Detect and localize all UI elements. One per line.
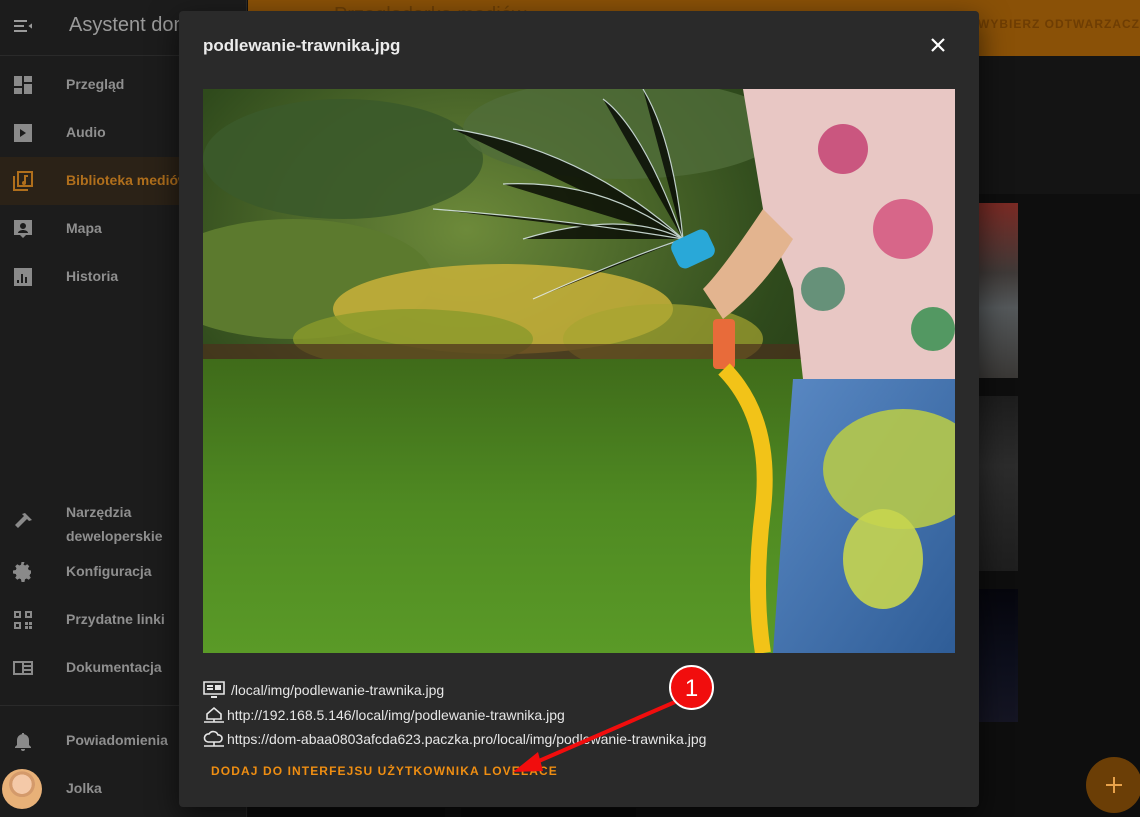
annotation-number: 1 (684, 675, 699, 702)
annotation-marker: 1 (669, 665, 714, 710)
media-preview-image (203, 89, 955, 653)
media-preview-dialog: podlewanie-trawnika.jpg /local/img/podle… (179, 11, 979, 807)
url-local-path[interactable]: /local/img/podlewanie-trawnika.jpg (231, 682, 444, 698)
monitor-icon (203, 681, 225, 698)
url-cloud[interactable]: https://dom-abaa0803afcda623.paczka.pro/… (227, 731, 706, 747)
cloud-icon (203, 730, 224, 747)
dialog-title: podlewanie-trawnika.jpg (203, 36, 401, 55)
add-to-lovelace-button[interactable]: DODAJ DO INTERFEJSU UŻYTKOWNIKA LOVELACE (211, 764, 558, 778)
url-lan[interactable]: http://192.168.5.146/local/img/podlewani… (227, 707, 565, 723)
home-lan-icon (204, 706, 224, 723)
close-icon[interactable] (926, 33, 950, 57)
